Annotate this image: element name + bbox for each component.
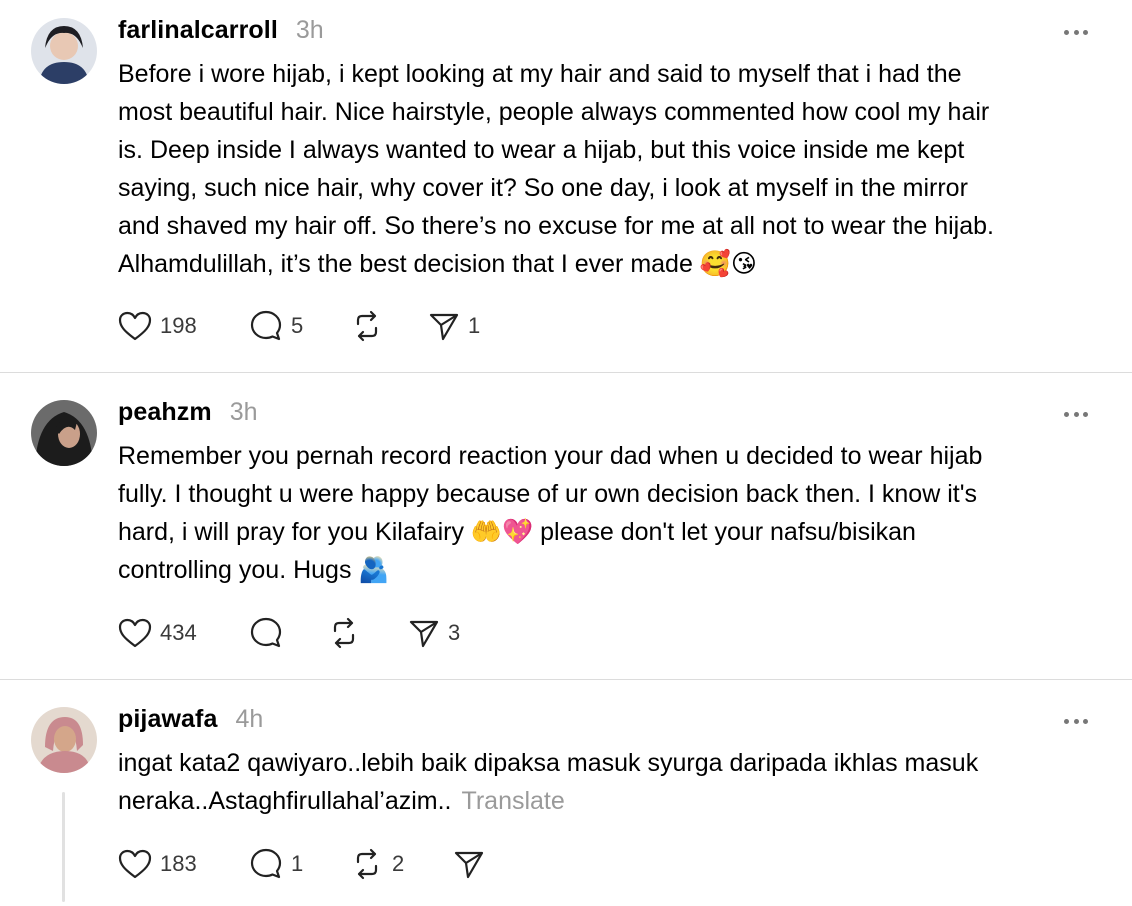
share-count: 1 bbox=[468, 313, 481, 338]
thread-post: pijawafa 4h ingat kata2 qawiyaro..lebih … bbox=[0, 680, 1132, 906]
like-count: 198 bbox=[160, 313, 197, 338]
avatar[interactable] bbox=[31, 400, 97, 466]
translate-link[interactable]: Translate bbox=[462, 787, 565, 815]
post-header: pijawafa 4h bbox=[118, 705, 263, 734]
reply-button[interactable] bbox=[249, 616, 291, 650]
more-options-icon[interactable] bbox=[1064, 29, 1088, 35]
more-options-icon[interactable] bbox=[1064, 718, 1088, 724]
username[interactable]: peahzm bbox=[118, 398, 212, 427]
avatar[interactable] bbox=[31, 707, 97, 773]
thread-post: farlinalcarroll 3h Before i wore hijab, … bbox=[0, 0, 1132, 372]
repost-icon bbox=[350, 847, 384, 881]
share-button[interactable] bbox=[453, 847, 485, 881]
post-header: peahzm 3h bbox=[118, 398, 258, 427]
like-button[interactable]: 198 bbox=[118, 309, 197, 343]
repost-count: 2 bbox=[392, 851, 405, 876]
repost-icon bbox=[350, 309, 384, 343]
username[interactable]: farlinalcarroll bbox=[118, 16, 278, 45]
heart-icon bbox=[118, 618, 152, 648]
comment-icon bbox=[249, 309, 283, 343]
reply-button[interactable]: 5 bbox=[249, 309, 303, 343]
like-button[interactable]: 434 bbox=[118, 616, 197, 650]
repost-button[interactable] bbox=[350, 309, 384, 343]
post-text: Before i wore hijab, i kept looking at m… bbox=[118, 60, 994, 278]
share-button[interactable]: 3 bbox=[408, 616, 460, 650]
reply-count: 1 bbox=[291, 851, 304, 876]
heart-icon bbox=[118, 311, 152, 341]
like-count: 183 bbox=[160, 851, 197, 876]
repost-button[interactable]: 2 bbox=[350, 847, 404, 881]
timestamp: 3h bbox=[229, 398, 258, 426]
thread-line bbox=[62, 792, 65, 902]
like-count: 434 bbox=[160, 620, 197, 645]
send-icon bbox=[408, 617, 440, 649]
reply-count: 5 bbox=[291, 313, 304, 338]
send-icon bbox=[453, 848, 485, 880]
repost-button[interactable] bbox=[327, 616, 361, 650]
post-header: farlinalcarroll 3h bbox=[118, 16, 324, 45]
avatar[interactable] bbox=[31, 18, 97, 84]
send-icon bbox=[428, 310, 460, 342]
more-options-icon[interactable] bbox=[1064, 411, 1088, 417]
repost-icon bbox=[327, 616, 361, 650]
timestamp: 3h bbox=[295, 16, 324, 44]
comment-icon bbox=[249, 847, 283, 881]
share-count: 3 bbox=[448, 620, 461, 645]
reply-button[interactable]: 1 bbox=[249, 847, 303, 881]
thread-post: peahzm 3h Remember you pernah record rea… bbox=[0, 373, 1132, 679]
post-text: Remember you pernah record reaction your… bbox=[118, 442, 983, 584]
heart-icon bbox=[118, 849, 152, 879]
post-text: ingat kata2 qawiyaro..lebih baik dipaksa… bbox=[118, 744, 1093, 820]
comment-icon bbox=[249, 616, 283, 650]
username[interactable]: pijawafa bbox=[118, 705, 217, 734]
share-button[interactable]: 1 bbox=[428, 309, 480, 343]
timestamp: 4h bbox=[235, 705, 264, 733]
like-button[interactable]: 183 bbox=[118, 847, 197, 881]
